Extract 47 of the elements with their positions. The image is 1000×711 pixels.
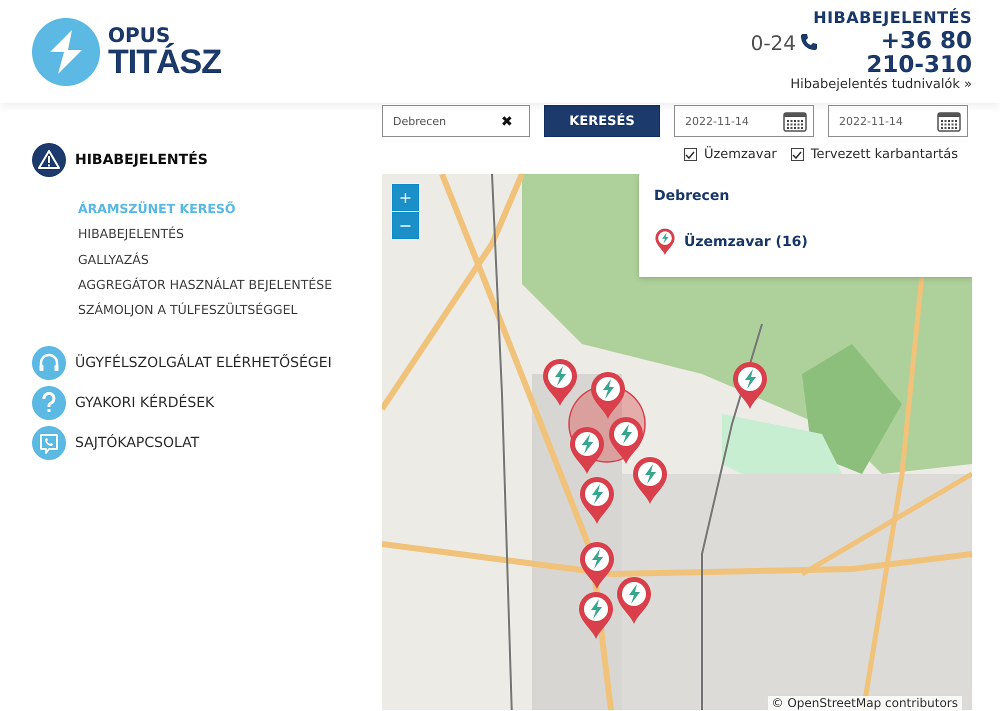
outage-pin-icon[interactable] — [543, 359, 577, 406]
outage-pin-icon[interactable] — [580, 542, 614, 589]
map[interactable]: + − Debrecen Üzemzavar (16) © OpenStreetMap contributors — [382, 174, 972, 710]
phone-icon — [800, 33, 818, 51]
filter-label: Tervezett karbantartás — [810, 147, 958, 162]
checkbox[interactable] — [790, 148, 804, 161]
outage-pin-icon[interactable] — [733, 362, 767, 409]
legend-city: Debrecen — [654, 188, 730, 204]
map-attribution: © OpenStreetMap contributors — [768, 696, 962, 710]
zoom-in-button[interactable]: + — [392, 184, 419, 211]
sidebar-section[interactable]: ÜGYFÉLSZOLGÁLAT ELÉRHETŐSÉGEI — [75, 355, 332, 372]
question-icon — [32, 386, 66, 420]
date-field[interactable]: 2022-11-14 — [674, 105, 814, 137]
sidebar-item[interactable]: SZÁMOLJON A TÚLFESZÜLTSÉGGEL — [78, 302, 348, 318]
outage-pin-icon[interactable] — [633, 457, 667, 504]
sidebar-item[interactable]: AGGREGÁTOR HASZNÁLAT BEJELENTÉSE — [78, 276, 348, 293]
outage-pin-icon[interactable] — [579, 592, 613, 639]
hotline-hours: 0-24 — [750, 31, 796, 55]
outage-pin-icon[interactable] — [617, 577, 651, 624]
outage-pin-icon[interactable] — [609, 417, 643, 464]
headset-icon — [32, 346, 66, 380]
sidebar-item[interactable]: GALLYAZÁS — [78, 252, 348, 268]
sidebar-item[interactable]: HIBABEJELENTÉS — [78, 226, 348, 242]
sidebar-section[interactable]: GYAKORI KÉRDÉSEK — [75, 395, 214, 412]
outage-pin-icon[interactable] — [570, 427, 604, 474]
zoom-out-button[interactable]: − — [392, 212, 419, 239]
info-link[interactable]: Hibabejelentés tudnivalók » — [790, 77, 972, 92]
sidebar-section[interactable]: SAJTÓKAPCSOLAT — [75, 435, 200, 452]
outage-pin-icon[interactable] — [580, 477, 614, 524]
calendar-icon[interactable] — [783, 110, 807, 132]
outage-pin-icon[interactable] — [591, 372, 625, 419]
warning-icon — [32, 143, 66, 177]
sidebar-section[interactable]: HIBABEJELENTÉS — [75, 152, 208, 168]
phone-number[interactable]: +36 80 210-310 — [822, 29, 972, 78]
date-field[interactable]: 2022-11-14 — [828, 105, 968, 137]
outage-pin-icon — [654, 228, 676, 255]
phone-chat-icon — [32, 426, 66, 460]
filter-label: Üzemzavar — [704, 147, 777, 162]
logo-text: TITÁSZ — [108, 44, 221, 78]
clear-button[interactable]: ✖ — [495, 112, 519, 130]
hotline-title: HIBABEJELENTÉS — [813, 8, 972, 27]
search-button[interactable]: KERESÉS — [544, 105, 660, 137]
calendar-icon[interactable] — [937, 110, 961, 132]
logo-icon — [32, 18, 100, 86]
city-field[interactable]: Debrecen ✖ — [382, 105, 530, 137]
checkbox[interactable] — [684, 148, 697, 161]
legend-entry[interactable]: Üzemzavar (16) — [684, 234, 808, 250]
